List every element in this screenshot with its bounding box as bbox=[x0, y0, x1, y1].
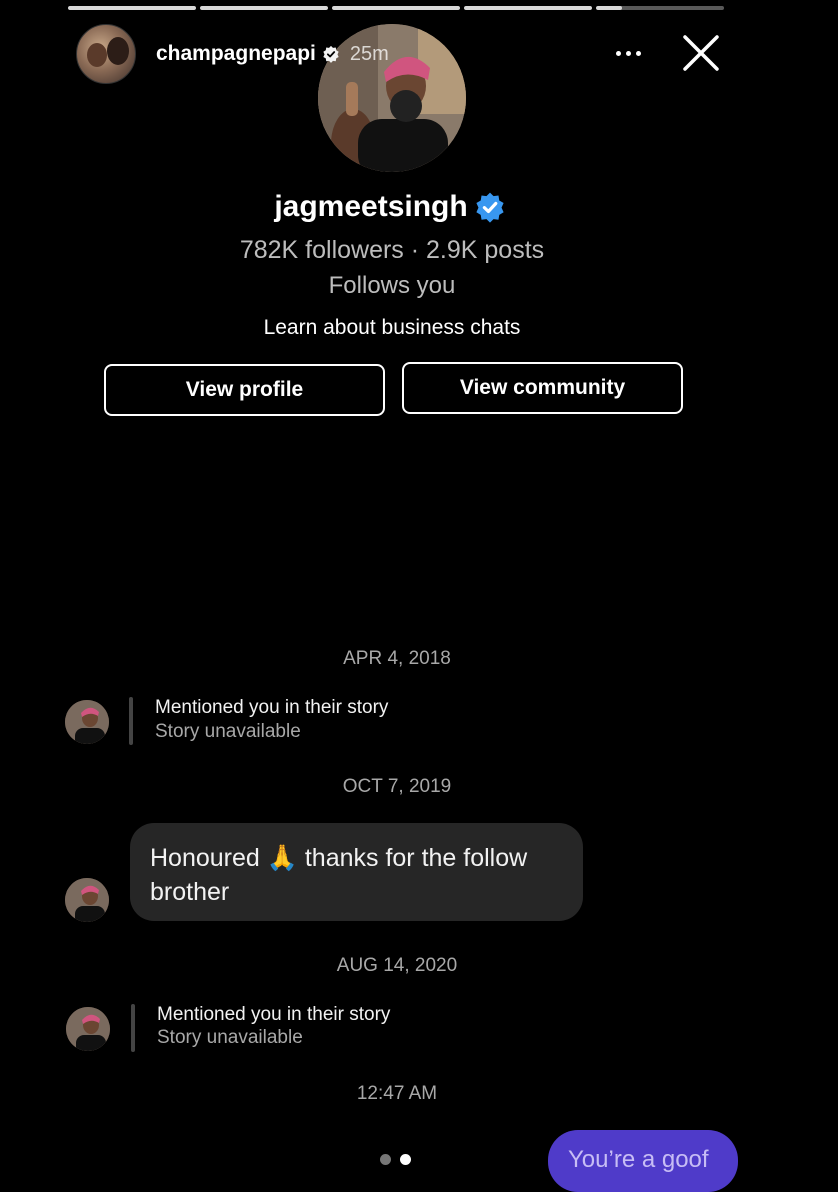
progress-segment bbox=[332, 6, 460, 10]
follows-you-label: Follows you bbox=[328, 272, 456, 299]
mention-title: Mentioned you in their story bbox=[155, 697, 389, 718]
pray-emoji-icon: 🙏 bbox=[266, 844, 298, 872]
message-text: Honoured bbox=[150, 844, 260, 872]
mention-title: Mentioned you in their story bbox=[157, 1004, 391, 1025]
progress-segment bbox=[200, 6, 328, 10]
story-progress bbox=[68, 6, 724, 10]
view-profile-button[interactable]: View profile bbox=[104, 364, 385, 416]
verified-icon bbox=[323, 45, 339, 63]
chat-time: 12:47 AM bbox=[356, 1083, 438, 1104]
sender-avatar[interactable] bbox=[65, 878, 109, 922]
mention-divider bbox=[129, 697, 133, 745]
chat-date: AUG 14, 2020 bbox=[336, 955, 458, 976]
progress-segment bbox=[68, 6, 196, 10]
story-time: 25m bbox=[349, 42, 389, 65]
progress-segment bbox=[596, 6, 724, 10]
story-username[interactable]: champagnepapi bbox=[156, 42, 316, 66]
page-dot-active bbox=[400, 1154, 411, 1165]
sender-avatar[interactable] bbox=[66, 1007, 110, 1051]
close-icon[interactable] bbox=[680, 32, 722, 74]
more-horizontal-icon[interactable] bbox=[606, 36, 650, 70]
chat-date: OCT 7, 2019 bbox=[342, 776, 452, 797]
story-avatar[interactable] bbox=[76, 24, 136, 84]
incoming-message[interactable]: Honoured 🙏 thanks for the follow brother bbox=[130, 823, 583, 921]
story-username-row[interactable]: champagnepapi 25m bbox=[156, 42, 389, 66]
profile-stats: 782K followers · 2.9K posts bbox=[239, 236, 545, 264]
profile-username: jagmeetsingh bbox=[274, 190, 468, 223]
business-chats-link[interactable]: Learn about business chats bbox=[0, 316, 784, 340]
mention-subtitle: Story unavailable bbox=[157, 1027, 303, 1048]
page-indicator bbox=[380, 1154, 411, 1165]
profile-name-row: jagmeetsingh bbox=[0, 190, 780, 224]
progress-segment bbox=[464, 6, 592, 10]
verified-badge-icon bbox=[476, 192, 504, 223]
mention-subtitle: Story unavailable bbox=[155, 721, 301, 742]
outgoing-message[interactable]: You’re a goof bbox=[548, 1130, 738, 1192]
page-dot bbox=[380, 1154, 391, 1165]
chat-date: APR 4, 2018 bbox=[343, 648, 451, 669]
view-community-button[interactable]: View community bbox=[402, 362, 683, 414]
sender-avatar[interactable] bbox=[65, 700, 109, 744]
mention-divider bbox=[131, 1004, 135, 1052]
